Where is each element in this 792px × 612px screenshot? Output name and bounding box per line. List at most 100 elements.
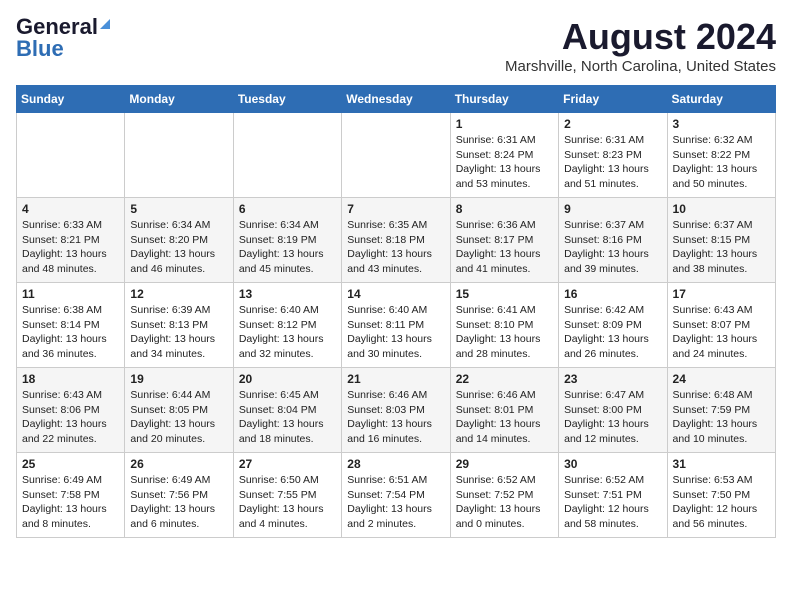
- calendar-cell: 9 Sunrise: 6:37 AM Sunset: 8:16 PM Daylig…: [559, 198, 667, 283]
- page-subtitle: Marshville, North Carolina, United State…: [505, 58, 776, 75]
- calendar-cell: 26 Sunrise: 6:49 AM Sunset: 7:56 PM Dayli…: [125, 453, 233, 538]
- day-info: Sunrise: 6:41 AM Sunset: 8:10 PM Dayligh…: [456, 303, 553, 362]
- calendar-week-row: 11 Sunrise: 6:38 AM Sunset: 8:14 PM Dayli…: [17, 283, 776, 368]
- calendar-cell: 19Sunrise: 6:44 AM Sunset: 8:05 PM Dayli…: [125, 368, 233, 453]
- calendar-cell: 10 Sunrise: 6:37 AM Sunset: 8:15 PM Dayli…: [667, 198, 775, 283]
- calendar-cell: 8Sunrise: 6:36 AM Sunset: 8:17 PM Daylig…: [450, 198, 558, 283]
- calendar-cell: 20 Sunrise: 6:45 AM Sunset: 8:04 PM Dayli…: [233, 368, 341, 453]
- calendar-cell: [125, 113, 233, 198]
- day-info: Sunrise: 6:37 AM Sunset: 8:16 PM Dayligh…: [564, 218, 661, 277]
- day-number: 25: [22, 457, 119, 471]
- calendar-cell: 3 Sunrise: 6:32 AM Sunset: 8:22 PM Daylig…: [667, 113, 775, 198]
- calendar-cell: [233, 113, 341, 198]
- calendar-cell: 12 Sunrise: 6:39 AM Sunset: 8:13 PM Dayli…: [125, 283, 233, 368]
- day-info: Sunrise: 6:43 AM Sunset: 8:07 PM Dayligh…: [673, 303, 770, 362]
- day-number: 18: [22, 372, 119, 386]
- calendar-cell: 14Sunrise: 6:40 AM Sunset: 8:11 PM Dayli…: [342, 283, 450, 368]
- day-number: 13: [239, 287, 336, 301]
- day-number: 8: [456, 202, 553, 216]
- weekday-header-sunday: Sunday: [17, 86, 125, 113]
- calendar-cell: 25Sunrise: 6:49 AM Sunset: 7:58 PM Dayli…: [17, 453, 125, 538]
- day-info: Sunrise: 6:38 AM Sunset: 8:14 PM Dayligh…: [22, 303, 119, 362]
- day-info: Sunrise: 6:42 AM Sunset: 8:09 PM Dayligh…: [564, 303, 661, 362]
- day-info: Sunrise: 6:48 AM Sunset: 7:59 PM Dayligh…: [673, 388, 770, 447]
- day-info: Sunrise: 6:40 AM Sunset: 8:12 PM Dayligh…: [239, 303, 336, 362]
- day-number: 26: [130, 457, 227, 471]
- day-info: Sunrise: 6:33 AM Sunset: 8:21 PM Dayligh…: [22, 218, 119, 277]
- weekday-header-tuesday: Tuesday: [233, 86, 341, 113]
- day-info: Sunrise: 6:34 AM Sunset: 8:20 PM Dayligh…: [130, 218, 227, 277]
- day-number: 3: [673, 117, 770, 131]
- logo-blue: Blue: [16, 38, 64, 60]
- day-number: 5: [130, 202, 227, 216]
- calendar-cell: [342, 113, 450, 198]
- calendar-cell: 15 Sunrise: 6:41 AM Sunset: 8:10 PM Dayli…: [450, 283, 558, 368]
- weekday-header-monday: Monday: [125, 86, 233, 113]
- calendar-cell: 27Sunrise: 6:50 AM Sunset: 7:55 PM Dayli…: [233, 453, 341, 538]
- calendar-cell: 17 Sunrise: 6:43 AM Sunset: 8:07 PM Dayli…: [667, 283, 775, 368]
- calendar-cell: 24 Sunrise: 6:48 AM Sunset: 7:59 PM Dayli…: [667, 368, 775, 453]
- day-info: Sunrise: 6:39 AM Sunset: 8:13 PM Dayligh…: [130, 303, 227, 362]
- day-number: 23: [564, 372, 661, 386]
- calendar-cell: 23 Sunrise: 6:47 AM Sunset: 8:00 PM Dayli…: [559, 368, 667, 453]
- day-number: 12: [130, 287, 227, 301]
- day-number: 19: [130, 372, 227, 386]
- weekday-header-friday: Friday: [559, 86, 667, 113]
- calendar-cell: [17, 113, 125, 198]
- calendar-cell: 5 Sunrise: 6:34 AM Sunset: 8:20 PM Daylig…: [125, 198, 233, 283]
- day-info: Sunrise: 6:49 AM Sunset: 7:56 PM Dayligh…: [130, 473, 227, 532]
- day-number: 21: [347, 372, 444, 386]
- logo: General Blue: [16, 16, 110, 60]
- day-number: 16: [564, 287, 661, 301]
- day-info: Sunrise: 6:43 AM Sunset: 8:06 PM Dayligh…: [22, 388, 119, 447]
- calendar-cell: 2 Sunrise: 6:31 AM Sunset: 8:23 PM Daylig…: [559, 113, 667, 198]
- calendar-cell: 6Sunrise: 6:34 AM Sunset: 8:19 PM Daylig…: [233, 198, 341, 283]
- day-info: Sunrise: 6:52 AM Sunset: 7:51 PM Dayligh…: [564, 473, 661, 532]
- day-info: Sunrise: 6:31 AM Sunset: 8:23 PM Dayligh…: [564, 133, 661, 192]
- page-header: General Blue August 2024 Marshville, Nor…: [16, 16, 776, 75]
- day-number: 15: [456, 287, 553, 301]
- day-info: Sunrise: 6:31 AM Sunset: 8:24 PM Dayligh…: [456, 133, 553, 192]
- day-number: 20: [239, 372, 336, 386]
- calendar-week-row: 25Sunrise: 6:49 AM Sunset: 7:58 PM Dayli…: [17, 453, 776, 538]
- calendar-week-row: 1Sunrise: 6:31 AM Sunset: 8:24 PM Daylig…: [17, 113, 776, 198]
- calendar-cell: 1Sunrise: 6:31 AM Sunset: 8:24 PM Daylig…: [450, 113, 558, 198]
- calendar-cell: 31Sunrise: 6:53 AM Sunset: 7:50 PM Dayli…: [667, 453, 775, 538]
- day-info: Sunrise: 6:32 AM Sunset: 8:22 PM Dayligh…: [673, 133, 770, 192]
- weekday-header-wednesday: Wednesday: [342, 86, 450, 113]
- calendar-cell: 7 Sunrise: 6:35 AM Sunset: 8:18 PM Daylig…: [342, 198, 450, 283]
- page-title: August 2024: [505, 16, 776, 58]
- calendar-cell: 16 Sunrise: 6:42 AM Sunset: 8:09 PM Dayli…: [559, 283, 667, 368]
- day-number: 7: [347, 202, 444, 216]
- day-number: 10: [673, 202, 770, 216]
- calendar-table: SundayMondayTuesdayWednesdayThursdayFrid…: [16, 85, 776, 538]
- day-info: Sunrise: 6:50 AM Sunset: 7:55 PM Dayligh…: [239, 473, 336, 532]
- day-number: 14: [347, 287, 444, 301]
- calendar-week-row: 4Sunrise: 6:33 AM Sunset: 8:21 PM Daylig…: [17, 198, 776, 283]
- day-number: 24: [673, 372, 770, 386]
- day-number: 11: [22, 287, 119, 301]
- day-info: Sunrise: 6:53 AM Sunset: 7:50 PM Dayligh…: [673, 473, 770, 532]
- calendar-cell: 30 Sunrise: 6:52 AM Sunset: 7:51 PM Dayli…: [559, 453, 667, 538]
- day-info: Sunrise: 6:37 AM Sunset: 8:15 PM Dayligh…: [673, 218, 770, 277]
- calendar-cell: 11 Sunrise: 6:38 AM Sunset: 8:14 PM Dayli…: [17, 283, 125, 368]
- day-info: Sunrise: 6:35 AM Sunset: 8:18 PM Dayligh…: [347, 218, 444, 277]
- weekday-header-row: SundayMondayTuesdayWednesdayThursdayFrid…: [17, 86, 776, 113]
- title-block: August 2024 Marshville, North Carolina, …: [505, 16, 776, 75]
- day-number: 9: [564, 202, 661, 216]
- day-number: 22: [456, 372, 553, 386]
- calendar-cell: 4Sunrise: 6:33 AM Sunset: 8:21 PM Daylig…: [17, 198, 125, 283]
- calendar-cell: 18 Sunrise: 6:43 AM Sunset: 8:06 PM Dayli…: [17, 368, 125, 453]
- day-info: Sunrise: 6:45 AM Sunset: 8:04 PM Dayligh…: [239, 388, 336, 447]
- weekday-header-thursday: Thursday: [450, 86, 558, 113]
- day-number: 17: [673, 287, 770, 301]
- calendar-cell: 13 Sunrise: 6:40 AM Sunset: 8:12 PM Dayli…: [233, 283, 341, 368]
- day-info: Sunrise: 6:52 AM Sunset: 7:52 PM Dayligh…: [456, 473, 553, 532]
- day-info: Sunrise: 6:46 AM Sunset: 8:03 PM Dayligh…: [347, 388, 444, 447]
- day-number: 2: [564, 117, 661, 131]
- logo-text: General: [16, 16, 110, 38]
- day-number: 30: [564, 457, 661, 471]
- day-info: Sunrise: 6:47 AM Sunset: 8:00 PM Dayligh…: [564, 388, 661, 447]
- day-info: Sunrise: 6:46 AM Sunset: 8:01 PM Dayligh…: [456, 388, 553, 447]
- day-number: 28: [347, 457, 444, 471]
